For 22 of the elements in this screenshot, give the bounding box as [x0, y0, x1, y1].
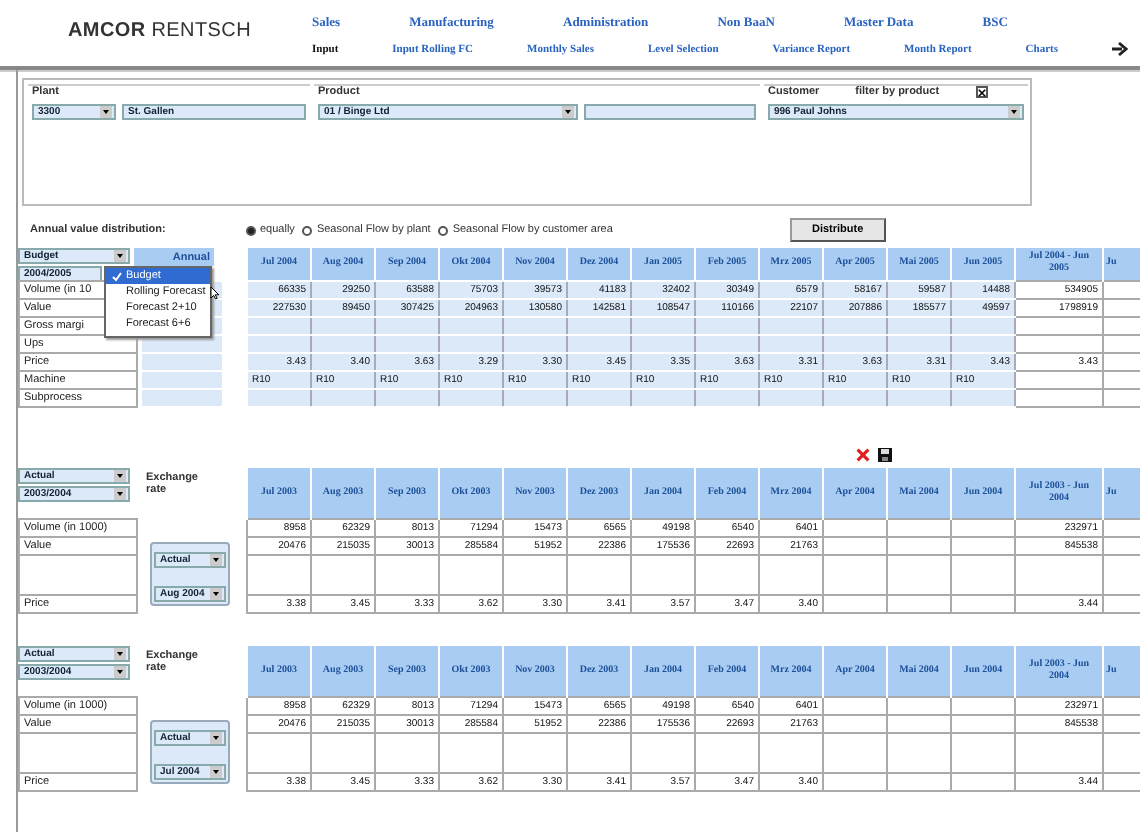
delete-icon[interactable] — [856, 448, 870, 462]
company-logo: AMCOR RENTSCH — [68, 20, 253, 42]
caret-icon — [210, 766, 222, 778]
caret-icon — [114, 488, 126, 500]
caret-icon — [210, 732, 222, 744]
caret-icon — [210, 554, 222, 566]
input-cell[interactable] — [142, 352, 222, 370]
caret-icon — [100, 106, 112, 118]
input-cell[interactable] — [142, 370, 222, 388]
checkmark-icon — [112, 271, 122, 281]
caret-icon — [114, 470, 126, 482]
caret-icon — [562, 106, 574, 118]
caret-icon — [114, 666, 126, 678]
checkbox[interactable] — [975, 86, 988, 98]
caret-icon — [114, 648, 126, 660]
input-cell[interactable] — [142, 388, 222, 406]
caret-icon — [114, 250, 126, 262]
save-icon[interactable] — [878, 448, 892, 462]
product-name-field[interactable] — [584, 104, 756, 120]
caret-icon — [210, 588, 222, 600]
caret-icon — [1008, 106, 1020, 118]
arrow-icon[interactable] — [1112, 42, 1128, 56]
